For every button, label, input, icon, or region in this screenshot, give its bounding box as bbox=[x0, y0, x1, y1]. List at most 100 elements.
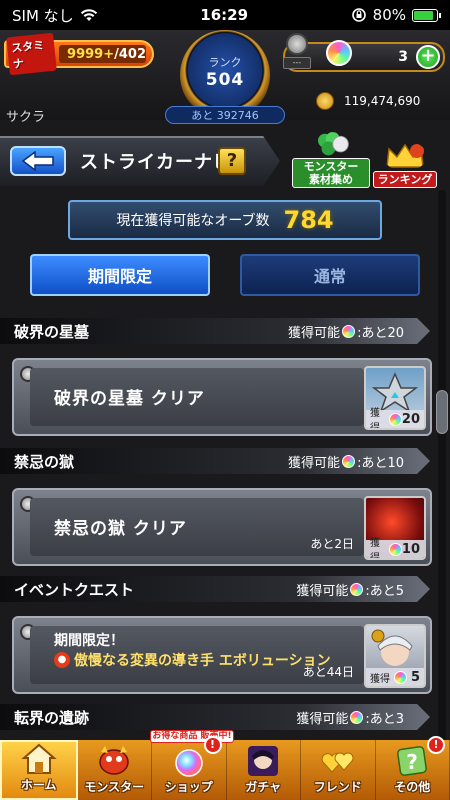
event-title-row: ● 傲慢なる変異の導き手 エボリューション bbox=[54, 650, 331, 670]
section-name: 破界の星墓 bbox=[14, 322, 90, 341]
available-suffix: :あと20 bbox=[357, 325, 404, 341]
section-header: 禁忌の獄 獲得可能 :あと10 bbox=[0, 448, 430, 474]
carrier-label: SIM なし bbox=[12, 6, 74, 25]
tab-limited[interactable]: 期間限定 bbox=[30, 254, 210, 296]
section-name: 禁忌の獄 bbox=[14, 452, 75, 471]
reward-count: 20 bbox=[401, 411, 420, 427]
stamina-current: 9999+ bbox=[67, 46, 115, 62]
nav-gacha[interactable]: ガチャ bbox=[227, 740, 301, 800]
available-prefix: 獲得可能 bbox=[288, 325, 341, 341]
reward-badge: 獲得 5 bbox=[366, 668, 424, 686]
rank-label: ランク bbox=[208, 56, 242, 69]
status-bar: SIM なし 16:29 80% bbox=[0, 0, 450, 30]
buy-orbs-button[interactable]: + bbox=[416, 45, 440, 69]
crown-icon bbox=[386, 143, 424, 168]
help-button[interactable]: ? bbox=[218, 147, 246, 175]
tab-normal[interactable]: 通常 bbox=[240, 254, 420, 296]
bottom-navigation: ホーム モンスター お得な商品 販売中! ! ショップ ガチャ フレンド ! ?… bbox=[0, 730, 450, 800]
quest-list[interactable]: 破界の星墓 獲得可能 :あと20 破界の星墓 クリア 獲得 20 禁忌の獄 獲得… bbox=[0, 318, 450, 736]
available-prefix: 獲得可能 bbox=[288, 455, 341, 471]
reward-label: 獲得 bbox=[370, 673, 390, 685]
reward-label: 獲得 bbox=[370, 538, 380, 560]
available-orbs-value: 784 bbox=[283, 206, 334, 234]
reward-badge: 獲得 10 bbox=[366, 538, 424, 558]
event-tag: 期間限定！ bbox=[54, 633, 124, 649]
orb-icon bbox=[350, 582, 364, 596]
quest-thumbnail: 獲得 20 bbox=[364, 366, 426, 430]
player-header: スタミナ 9999+ /402 ランク 504 あと 392746 3 + --… bbox=[0, 30, 450, 125]
nav-label: ガチャ bbox=[245, 780, 282, 794]
clock: 16:29 bbox=[200, 6, 249, 24]
nav-label: モンスター bbox=[84, 780, 145, 794]
section-available: 獲得可能 :あと3 bbox=[296, 708, 404, 727]
player-name: サクラ bbox=[6, 110, 46, 125]
nav-label: フレンド bbox=[313, 780, 362, 794]
reward-count: 5 bbox=[410, 669, 420, 685]
reward-badge: 獲得 20 bbox=[366, 408, 424, 428]
quest-card[interactable]: 破界の星墓 クリア 獲得 20 bbox=[12, 358, 432, 436]
coin-balance: 119,474,690 bbox=[344, 94, 421, 108]
available-prefix: 獲得可能 bbox=[296, 711, 349, 727]
back-arrow-icon bbox=[21, 151, 54, 171]
rank-value: 504 bbox=[205, 70, 245, 90]
other-alert-badge: ! bbox=[427, 736, 445, 754]
nav-friend[interactable]: フレンド bbox=[301, 740, 376, 800]
back-button[interactable] bbox=[10, 146, 66, 176]
scrollbar-track[interactable] bbox=[438, 190, 446, 740]
wifi-icon bbox=[80, 9, 97, 21]
clover-icon bbox=[318, 132, 349, 156]
nav-other[interactable]: ! ? その他 bbox=[376, 736, 450, 800]
section-header: 破界の星墓 獲得可能 :あと20 bbox=[0, 318, 430, 344]
stamina-gauge: スタミナ 9999+ /402 bbox=[4, 32, 154, 76]
nav-label: その他 bbox=[394, 780, 431, 794]
section-available: 獲得可能 :あと10 bbox=[288, 452, 404, 471]
reward-label: 獲得 bbox=[370, 408, 380, 430]
gacha-character-icon bbox=[248, 746, 279, 776]
section-name: イベントクエスト bbox=[14, 580, 135, 599]
available-prefix: 獲得可能 bbox=[296, 583, 349, 599]
character-portrait-icon bbox=[371, 629, 413, 666]
orb-icon bbox=[389, 542, 402, 556]
scrollbar-thumb[interactable] bbox=[436, 390, 448, 434]
ranking-button[interactable]: ランキング bbox=[366, 132, 444, 188]
orb-icon bbox=[389, 412, 402, 426]
stamina-label: スタミナ bbox=[6, 32, 57, 76]
nav-label: ホーム bbox=[20, 778, 57, 792]
shop-alert-badge: ! bbox=[203, 736, 222, 754]
dragon-icon bbox=[99, 746, 129, 775]
available-orbs-label: 現在獲得可能なオーブ数 bbox=[116, 213, 270, 229]
available-suffix: :あと3 bbox=[365, 711, 404, 727]
orientation-lock-icon bbox=[351, 8, 366, 22]
question-mark-icon: ? bbox=[397, 746, 428, 776]
rank-remaining: あと 392746 bbox=[165, 106, 285, 124]
quest-title: 破界の星墓 クリア bbox=[54, 389, 205, 409]
quest-card[interactable]: 禁忌の獄 クリア あと2日 獲得 10 bbox=[12, 488, 432, 566]
reward-count: 10 bbox=[401, 541, 420, 557]
gift-box-icon[interactable]: --- bbox=[282, 33, 312, 75]
nav-monster[interactable]: モンスター bbox=[78, 740, 152, 800]
monster-material-label: モンスター 素材集め bbox=[292, 158, 370, 188]
section-header: イベントクエスト 獲得可能 :あと5 bbox=[0, 576, 430, 602]
section-available: 獲得可能 :あと5 bbox=[296, 580, 404, 599]
available-suffix: :あと5 bbox=[365, 583, 404, 599]
nav-home[interactable]: ホーム bbox=[0, 740, 78, 800]
orb-icon bbox=[342, 454, 356, 468]
gift-label: --- bbox=[283, 57, 311, 69]
available-suffix: :あと10 bbox=[357, 455, 404, 471]
friend-hearts-icon bbox=[321, 752, 354, 773]
quest-remaining: あと2日 bbox=[310, 537, 354, 551]
orb-icon bbox=[342, 324, 356, 338]
orb-icon bbox=[350, 710, 364, 724]
orb-icon bbox=[393, 670, 407, 684]
battery-percent: 80% bbox=[372, 6, 406, 24]
battery-icon bbox=[412, 8, 441, 22]
orb-icon bbox=[326, 40, 352, 66]
home-icon bbox=[21, 743, 57, 774]
monster-material-button[interactable]: モンスター 素材集め bbox=[292, 132, 370, 188]
stamina-max: /402 bbox=[114, 46, 146, 62]
available-orbs-panel: 現在獲得可能なオーブ数 784 bbox=[68, 200, 382, 240]
nav-shop[interactable]: お得な商品 販売中! ! ショップ bbox=[150, 730, 234, 800]
section-header: 転界の遺跡 獲得可能 :あと3 bbox=[0, 704, 430, 730]
quest-card[interactable]: 期間限定！ ● 傲慢なる変異の導き手 エボリューション あと44日 獲得 5 bbox=[12, 616, 432, 694]
quest-thumbnail: 獲得 5 bbox=[364, 624, 426, 688]
